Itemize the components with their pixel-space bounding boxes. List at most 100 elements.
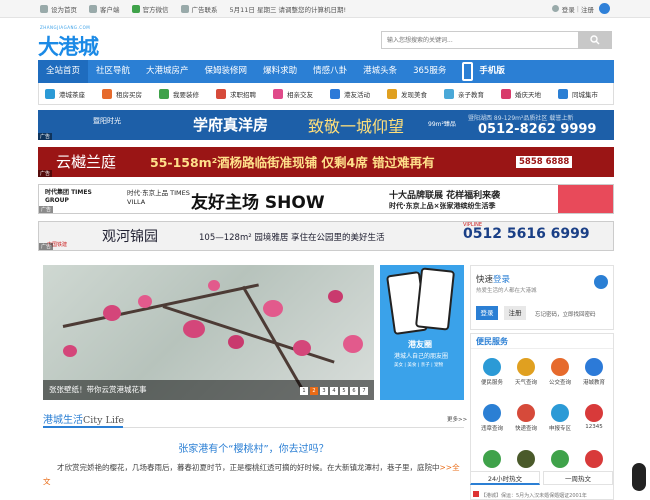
quick-link-item[interactable]: 港城茶座	[45, 88, 102, 99]
service-item[interactable]: 快递查询	[511, 404, 541, 432]
quick-link-item[interactable]: 亲子教育	[444, 88, 501, 99]
category-icon	[273, 88, 283, 99]
nav-news-tips[interactable]: 爆料求助	[255, 60, 305, 83]
more-link[interactable]: 更多>>	[447, 415, 467, 423]
slider-page-dot[interactable]: 1	[300, 387, 308, 395]
slider-page-dot[interactable]: 4	[330, 387, 338, 395]
quick-link-item[interactable]: 港友活动	[330, 88, 387, 99]
login-title-link[interactable]: 登录	[493, 275, 510, 285]
quick-link-item[interactable]: 我要装修	[159, 88, 216, 99]
category-icon	[45, 88, 55, 99]
login-subtitle: 热爱生活的人都在大港城	[476, 288, 537, 294]
nav-365-service[interactable]: 365服务	[405, 60, 454, 83]
separator: |	[576, 4, 579, 13]
phone-mockup	[414, 267, 456, 331]
service-item[interactable]: 便民服务	[477, 358, 507, 386]
service-label: 12345	[585, 424, 603, 430]
ad-banner-2[interactable]: 云樾兰庭 55-158m²酒杨路临街准现铺 仅剩4席 错过难再有 5858 68…	[38, 147, 614, 177]
ad-banner-1[interactable]: 暨阳时光 学府真洋房 致敬一城仰望 99m²臻品 暨阳湖西 89-129m²品质…	[38, 110, 614, 140]
banner3-right1: 十大品牌联展 花样福利来袭	[389, 191, 501, 201]
nav-realestate[interactable]: 大港城房产	[138, 60, 197, 83]
quick-link-label: 港友活动	[344, 90, 370, 99]
rank-badge	[473, 491, 479, 497]
blossom-shape	[343, 335, 363, 353]
branch-shape	[62, 283, 259, 328]
nav-home[interactable]: 全站首页	[38, 60, 89, 83]
category-icon	[558, 88, 568, 99]
main-nav: 全站首页 社区导航 大港城房产 保姆装修网 爆料求助 情感八卦 港城头条 365…	[38, 60, 614, 83]
slider-page-dot[interactable]: 5	[340, 387, 348, 395]
slider-page-dot[interactable]: 2	[310, 387, 318, 395]
ad-banner-3[interactable]: 时代集团 TIMES GROUP 时代·东京上品 TIMES VILLA 友好主…	[38, 184, 614, 214]
promo-title: 港友圈	[408, 340, 432, 349]
ad-label: 广告	[39, 243, 54, 250]
quick-link-item[interactable]: 婚庆天地	[501, 88, 558, 99]
service-item[interactable]: 港城教育	[579, 358, 609, 386]
blossom-shape	[328, 290, 343, 303]
quick-link-label: 同城集市	[572, 90, 598, 99]
quick-link-item[interactable]: 同城集市	[558, 88, 613, 99]
client-app-link[interactable]: 客户端	[89, 4, 120, 14]
nav-decoration[interactable]: 保姆装修网	[197, 60, 256, 83]
quick-links: 港城茶座 租房买房 我要装修 求职招聘 相亲交友 港友活动 发现美食 亲子教育 婚庆天地 同城集市	[38, 83, 614, 105]
quick-link-item[interactable]: 租房买房	[102, 88, 159, 99]
service-icon	[483, 450, 501, 468]
set-homepage-link[interactable]: 设为首页	[40, 4, 77, 14]
hot-item[interactable]: 【港城】保运：5月为入汉未婚保婚姻证2001年	[473, 491, 587, 499]
app-promo[interactable]: 港友圈 港城人自己的朋友圈 美女 | 美食 | 亲子 | 宠物	[380, 265, 464, 400]
login-link[interactable]: 登录	[562, 4, 575, 14]
login-box: 快速登录 热爱生活的人都在大港城 登录 注册 忘记密码，立即找回密码	[470, 265, 614, 330]
service-item[interactable]: 违章查询	[477, 404, 507, 432]
banner3-main: 友好主场 SHOW	[191, 193, 325, 213]
login-button[interactable]: 登录	[476, 306, 498, 320]
ad-banner-4[interactable]: 中国铁建 观河锦园 105—128m² 园境雅居 享住在公园里的美好生活 VIP…	[38, 221, 614, 251]
banner1-brand: 暨阳时光	[93, 117, 121, 125]
quick-link-item[interactable]: 求职招聘	[216, 88, 273, 99]
banner4-phone: 0512 5616 6999	[463, 226, 590, 242]
nav-mobile[interactable]: 手机版	[462, 60, 505, 83]
avatar[interactable]	[599, 3, 610, 14]
search-button[interactable]	[578, 31, 612, 49]
nav-gossip[interactable]: 情感八卦	[305, 60, 355, 83]
quick-link-label: 求职招聘	[230, 90, 256, 99]
register-link[interactable]: 注册	[581, 4, 594, 14]
service-label: 申报专区	[548, 426, 571, 432]
slider-page-dot[interactable]: 3	[320, 387, 328, 395]
service-item[interactable]: 12345	[579, 404, 609, 430]
quick-link-item[interactable]: 发现美食	[387, 88, 444, 99]
tab-week-hot[interactable]: 一周热文	[543, 471, 613, 485]
service-item[interactable]: 申报专区	[545, 404, 575, 432]
category-icon	[102, 88, 112, 99]
register-button[interactable]: 注册	[504, 306, 526, 320]
blossom-shape	[263, 300, 283, 317]
slider-page-dot[interactable]: 7	[360, 387, 368, 395]
official-wechat-link[interactable]: 官方微信	[131, 4, 169, 14]
nav-headlines[interactable]: 港城头条	[355, 60, 405, 83]
blossom-shape	[208, 280, 220, 291]
user-icon	[551, 5, 559, 12]
image-slider[interactable]: 张张壁纸！带你云赏港城花事 1234567	[43, 265, 374, 400]
phone-icon	[89, 4, 97, 13]
services-title: 便民服务	[471, 334, 613, 349]
promo-tags: 美女 | 美食 | 亲子 | 宠物	[394, 363, 444, 368]
service-item[interactable]: 公交查询	[545, 358, 575, 386]
banner2-main: 55-158m²酒杨路临街准现铺 仅剩4席 错过难再有	[150, 155, 435, 170]
quick-link-label: 相亲交友	[287, 90, 313, 99]
nav-community[interactable]: 社区导航	[88, 60, 138, 83]
service-item[interactable]: 天气查询	[511, 358, 541, 386]
site-logo[interactable]: ZHANGJIAGANG.COM 大港城	[38, 25, 118, 59]
quick-link-item[interactable]: 相亲交友	[273, 88, 330, 99]
banner3-right2: 时代·东京上品×张家港缤纷生活季	[389, 202, 496, 210]
floating-side-button[interactable]	[632, 463, 646, 491]
category-icon	[387, 88, 397, 99]
forgot-password-link[interactable]: 忘记密码，立即找回密码	[535, 310, 596, 318]
search-input[interactable]	[381, 31, 578, 49]
ad-label: 广告	[38, 170, 53, 177]
ad-label: 广告	[39, 206, 54, 213]
service-label: 快递查询	[514, 426, 537, 432]
slider-page-dot[interactable]: 6	[350, 387, 358, 395]
ad-contact-link[interactable]: 广告联系	[180, 4, 218, 14]
article-headline[interactable]: 张家港有个“樱桃村”，你去过吗？	[43, 440, 464, 455]
tab-24h-hot[interactable]: 24小时热文	[470, 471, 540, 485]
service-label: 便民服务	[480, 380, 503, 386]
